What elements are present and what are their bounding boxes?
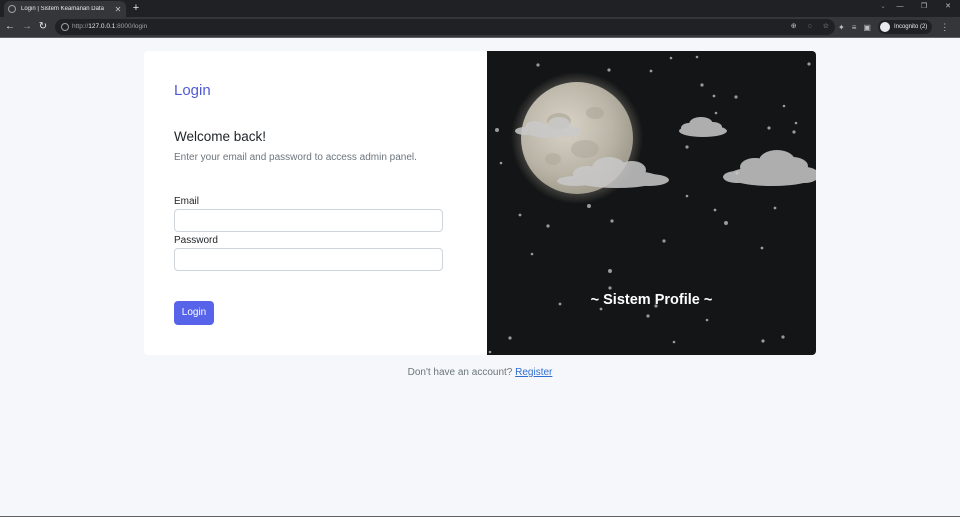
- back-icon[interactable]: ←: [4, 20, 16, 34]
- login-button[interactable]: Login: [174, 301, 214, 325]
- minimize-icon[interactable]: —: [888, 0, 912, 17]
- hero-image-panel: ~ Sistem Profile ~: [487, 51, 816, 355]
- forward-icon[interactable]: →: [21, 20, 33, 34]
- browser-tab[interactable]: Login | Sistem Keamanan Data ✕: [4, 1, 126, 17]
- night-sky-illustration: [488, 55, 816, 354]
- tab-search-icon[interactable]: ⌄: [880, 0, 886, 14]
- login-card: Login Welcome back! Enter your email and…: [144, 51, 816, 355]
- incognito-icon: [879, 22, 890, 32]
- globe-icon: [8, 5, 16, 13]
- reading-list-icon[interactable]: ≡: [852, 23, 857, 32]
- reload-icon[interactable]: ↻: [37, 20, 49, 34]
- url-text[interactable]: http://127.0.0.1:8000/login: [72, 19, 147, 35]
- email-field[interactable]: [174, 209, 443, 232]
- register-link[interactable]: Register: [515, 367, 552, 378]
- zoom-icon[interactable]: ⊕: [791, 23, 797, 30]
- password-label: Password: [174, 235, 218, 246]
- eye-off-icon[interactable]: ◌: [808, 23, 812, 30]
- close-tab-icon[interactable]: ✕: [114, 5, 122, 14]
- restore-icon[interactable]: ❐: [912, 0, 936, 17]
- new-tab-button[interactable]: +: [130, 1, 142, 15]
- side-panel-icon[interactable]: ▣: [863, 23, 871, 32]
- incognito-profile-button[interactable]: Incognito (2): [877, 20, 933, 34]
- browser-tab-bar: Login | Sistem Keamanan Data ✕ + ⌄ — ❐ ✕: [0, 0, 960, 17]
- toolbar-right: ✦ ≡ ▣ Incognito (2) ⋮: [838, 17, 949, 37]
- close-window-icon[interactable]: ✕: [936, 0, 960, 17]
- email-label: Email: [174, 196, 200, 207]
- register-prompt: Don't have an account? Register: [0, 367, 960, 378]
- password-field[interactable]: [174, 248, 443, 271]
- extensions-icon[interactable]: ✦: [838, 23, 845, 32]
- register-prompt-text: Don't have an account?: [407, 367, 513, 378]
- incognito-label: Incognito (2): [893, 24, 928, 30]
- toolbar-divider: [0, 37, 960, 38]
- welcome-heading: Welcome back!: [174, 129, 267, 144]
- menu-icon[interactable]: ⋮: [940, 22, 949, 33]
- welcome-subtitle: Enter your email and password to access …: [174, 152, 417, 163]
- address-bar-actions: ⊕ ◌ ☆: [782, 19, 829, 35]
- browser-toolbar: ← → ↻ http://127.0.0.1:8000/login ⊕ ◌ ☆ …: [0, 17, 960, 37]
- info-icon[interactable]: [61, 23, 69, 31]
- address-bar[interactable]: http://127.0.0.1:8000/login ⊕ ◌ ☆: [55, 19, 835, 35]
- hero-caption: ~ Sistem Profile ~: [590, 292, 713, 308]
- brand-title: Login: [174, 82, 211, 99]
- star-icon[interactable]: ☆: [823, 23, 829, 30]
- window-controls: — ❐ ✕: [888, 0, 960, 17]
- login-form-panel: Login Welcome back! Enter your email and…: [144, 51, 487, 355]
- tab-title: Login | Sistem Keamanan Data: [21, 6, 104, 12]
